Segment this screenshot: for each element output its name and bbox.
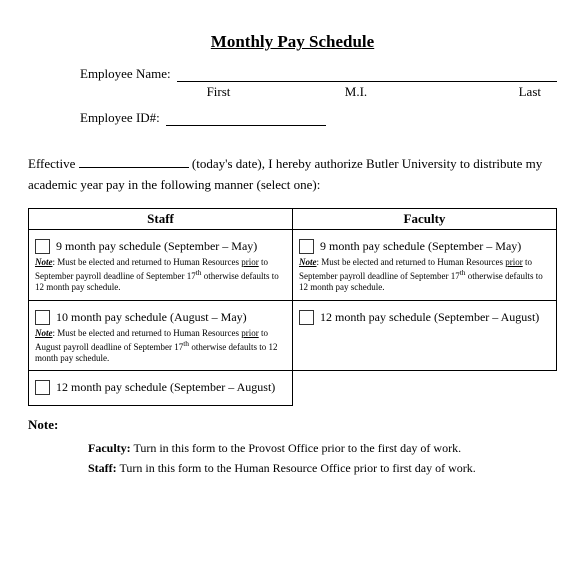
page-title: Monthly Pay Schedule: [28, 32, 557, 52]
employee-id-label: Employee ID#:: [80, 110, 166, 126]
page: Monthly Pay Schedule Employee Name: Firs…: [0, 0, 585, 499]
note-faculty-9mo: Note: Must be elected and returned to Hu…: [299, 257, 550, 294]
note-line-staff: Staff: Turn in this form to the Human Re…: [28, 458, 557, 478]
note-staff-label: Staff:: [88, 461, 117, 475]
label-staff-9mo: 9 month pay schedule (September – May): [56, 238, 257, 254]
schedule-table: Staff Faculty 9 month pay schedule (Sept…: [28, 208, 557, 406]
sublabel-mi: M.I.: [291, 84, 421, 100]
label-staff-10mo: 10 month pay schedule (August – May): [56, 309, 247, 325]
label-faculty-9mo: 9 month pay schedule (September – May): [320, 238, 521, 254]
note-faculty-text: Turn in this form to the Provost Office …: [131, 441, 461, 455]
header-faculty: Faculty: [293, 208, 557, 229]
effective-prefix: Effective: [28, 156, 75, 171]
checkbox-staff-12mo[interactable]: [35, 380, 50, 395]
cell-faculty-1: 9 month pay schedule (September – May) N…: [293, 229, 557, 300]
note-staff-9mo: Note: Must be elected and returned to Hu…: [35, 257, 286, 294]
authorization-paragraph: Effective (today's date), I hereby autho…: [28, 154, 557, 196]
notes-header: Note:: [28, 414, 557, 436]
employee-id-input[interactable]: [166, 111, 326, 126]
effective-tail: (today's date), I hereby authorize Butle…: [28, 156, 542, 192]
note-staff-10mo: Note: Must be elected and returned to Hu…: [35, 328, 286, 365]
checkbox-faculty-9mo[interactable]: [299, 239, 314, 254]
cell-faculty-2: 12 month pay schedule (September – Augus…: [293, 300, 557, 371]
note-line-faculty: Faculty: Turn in this form to the Provos…: [28, 438, 557, 458]
label-faculty-12mo: 12 month pay schedule (September – Augus…: [320, 309, 539, 325]
notes-section: Note: Faculty: Turn in this form to the …: [28, 414, 557, 479]
note-faculty-label: Faculty:: [88, 441, 131, 455]
effective-date-input[interactable]: [79, 167, 189, 168]
label-staff-12mo: 12 month pay schedule (September – Augus…: [56, 379, 275, 395]
employee-name-row: Employee Name:: [28, 66, 557, 82]
cell-staff-2: 10 month pay schedule (August – May) Not…: [29, 300, 293, 371]
cell-empty: [293, 371, 557, 405]
employee-name-input[interactable]: [177, 67, 557, 82]
note-staff-text: Turn in this form to the Human Resource …: [117, 461, 476, 475]
cell-staff-3: 12 month pay schedule (September – Augus…: [29, 371, 293, 405]
sublabel-last: Last: [421, 84, 551, 100]
checkbox-faculty-12mo[interactable]: [299, 310, 314, 325]
checkbox-staff-9mo[interactable]: [35, 239, 50, 254]
employee-id-row: Employee ID#:: [28, 110, 557, 126]
checkbox-staff-10mo[interactable]: [35, 310, 50, 325]
sublabel-first: First: [146, 84, 291, 100]
header-staff: Staff: [29, 208, 293, 229]
name-sublabels: First M.I. Last: [146, 84, 557, 100]
cell-staff-1: 9 month pay schedule (September – May) N…: [29, 229, 293, 300]
employee-name-label: Employee Name:: [80, 66, 177, 82]
